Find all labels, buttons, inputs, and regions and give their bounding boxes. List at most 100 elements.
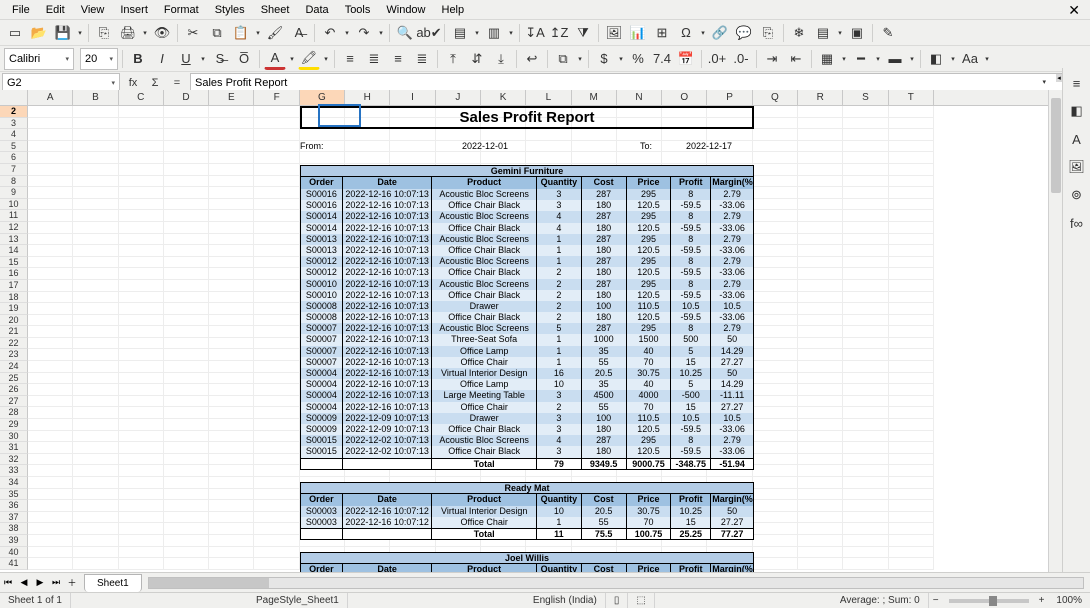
strike-icon[interactable]: S̶ — [209, 48, 231, 70]
table-row[interactable]: S000042022-12-16 10:07:13Office Lamp1035… — [300, 379, 754, 390]
cell[interactable] — [798, 164, 843, 176]
cell[interactable] — [164, 315, 209, 327]
cell[interactable] — [73, 326, 118, 338]
sheet-nav-2[interactable]: ▶ — [32, 575, 48, 591]
cell[interactable] — [254, 257, 299, 269]
properties-icon[interactable]: ◧ — [1066, 100, 1088, 122]
cell[interactable] — [119, 210, 164, 222]
cell[interactable] — [753, 187, 798, 199]
cell[interactable] — [254, 176, 299, 188]
cell[interactable] — [889, 106, 934, 118]
scrollbar-thumb[interactable] — [149, 578, 269, 588]
cell[interactable] — [73, 547, 118, 559]
cell[interactable] — [254, 141, 299, 153]
cell[interactable] — [254, 500, 299, 512]
col-header-C[interactable]: C — [119, 90, 164, 105]
zoom-slider-thumb[interactable] — [989, 596, 997, 606]
cell[interactable] — [28, 454, 73, 466]
cell[interactable] — [119, 326, 164, 338]
cell[interactable] — [798, 315, 843, 327]
cell[interactable] — [843, 257, 888, 269]
cell[interactable] — [73, 442, 118, 454]
cell[interactable] — [164, 292, 209, 304]
cell[interactable] — [798, 454, 843, 466]
cell[interactable] — [889, 547, 934, 559]
cell[interactable] — [28, 349, 73, 361]
cell[interactable] — [798, 523, 843, 535]
table-row[interactable]: Total799349.59000.75-348.75-51.94 — [300, 458, 754, 470]
hyperlink-icon[interactable]: 🔗 — [709, 22, 731, 44]
cell[interactable] — [843, 489, 888, 501]
cell[interactable] — [28, 106, 73, 118]
cell[interactable] — [254, 106, 299, 118]
cell[interactable] — [164, 164, 209, 176]
cell[interactable] — [254, 268, 299, 280]
cell[interactable] — [254, 558, 299, 570]
row-header-29[interactable]: 29 — [0, 419, 28, 431]
cell[interactable] — [164, 384, 209, 396]
cell[interactable] — [843, 245, 888, 257]
cell[interactable] — [73, 210, 118, 222]
cell[interactable] — [28, 384, 73, 396]
row-header-35[interactable]: 35 — [0, 489, 28, 501]
menu-data[interactable]: Data — [297, 2, 336, 18]
cell[interactable] — [28, 234, 73, 246]
cell[interactable] — [28, 292, 73, 304]
cell[interactable] — [119, 535, 164, 547]
cell[interactable] — [209, 396, 254, 408]
cell[interactable] — [798, 338, 843, 350]
spellcheck-icon[interactable]: ab✔ — [418, 22, 440, 44]
row-header-27[interactable]: 27 — [0, 396, 28, 408]
cell[interactable] — [164, 431, 209, 443]
cell[interactable] — [798, 361, 843, 373]
col-header-A[interactable]: A — [28, 90, 73, 105]
cell[interactable] — [889, 407, 934, 419]
cell[interactable] — [254, 118, 299, 130]
cell[interactable] — [28, 558, 73, 570]
cell[interactable] — [889, 164, 934, 176]
split-icon[interactable]: ▤ — [812, 22, 834, 44]
cell[interactable] — [889, 210, 934, 222]
table-row[interactable]: S000082022-12-16 10:07:13Drawer2100110.5… — [300, 301, 754, 312]
cell[interactable] — [254, 187, 299, 199]
cell[interactable] — [119, 118, 164, 130]
dropdown-arrow[interactable]: ▾ — [141, 22, 149, 44]
col-header-M[interactable]: M — [572, 90, 617, 105]
cell[interactable] — [119, 361, 164, 373]
cell[interactable] — [889, 442, 934, 454]
row-header-38[interactable]: 38 — [0, 523, 28, 535]
cell[interactable] — [753, 118, 798, 130]
cell[interactable] — [843, 268, 888, 280]
cell[interactable] — [73, 512, 118, 524]
cell[interactable] — [753, 477, 798, 489]
cell[interactable] — [843, 477, 888, 489]
navigator-icon[interactable]: ⊚ — [1066, 184, 1088, 206]
cell[interactable] — [843, 187, 888, 199]
cell[interactable] — [73, 349, 118, 361]
table-row[interactable]: S000132022-12-16 10:07:13Office Chair Bl… — [300, 245, 754, 256]
cell[interactable] — [889, 523, 934, 535]
vertical-scrollbar[interactable] — [1048, 90, 1062, 572]
to-date[interactable]: 2022-12-17 — [664, 141, 754, 153]
row-header-18[interactable]: 18 — [0, 292, 28, 304]
cell[interactable] — [843, 349, 888, 361]
cell[interactable] — [753, 535, 798, 547]
cell[interactable] — [119, 164, 164, 176]
cell[interactable] — [798, 234, 843, 246]
cell[interactable] — [164, 512, 209, 524]
cell[interactable] — [73, 396, 118, 408]
status-stats[interactable]: Average: ; Sum: 0 — [832, 593, 929, 608]
cell[interactable] — [209, 361, 254, 373]
cell[interactable] — [164, 477, 209, 489]
remove-decimal-icon[interactable]: .0- — [730, 48, 752, 70]
col-header-H[interactable]: H — [345, 90, 390, 105]
cell[interactable] — [753, 558, 798, 570]
cell[interactable] — [753, 210, 798, 222]
table-row[interactable]: S000102022-12-16 10:07:13Office Chair Bl… — [300, 290, 754, 301]
cell[interactable] — [209, 465, 254, 477]
status-language[interactable]: English (India) — [525, 593, 606, 608]
row-header-41[interactable]: 41 — [0, 558, 28, 570]
menu-file[interactable]: File — [4, 2, 38, 18]
cell[interactable] — [889, 431, 934, 443]
cell[interactable] — [209, 176, 254, 188]
